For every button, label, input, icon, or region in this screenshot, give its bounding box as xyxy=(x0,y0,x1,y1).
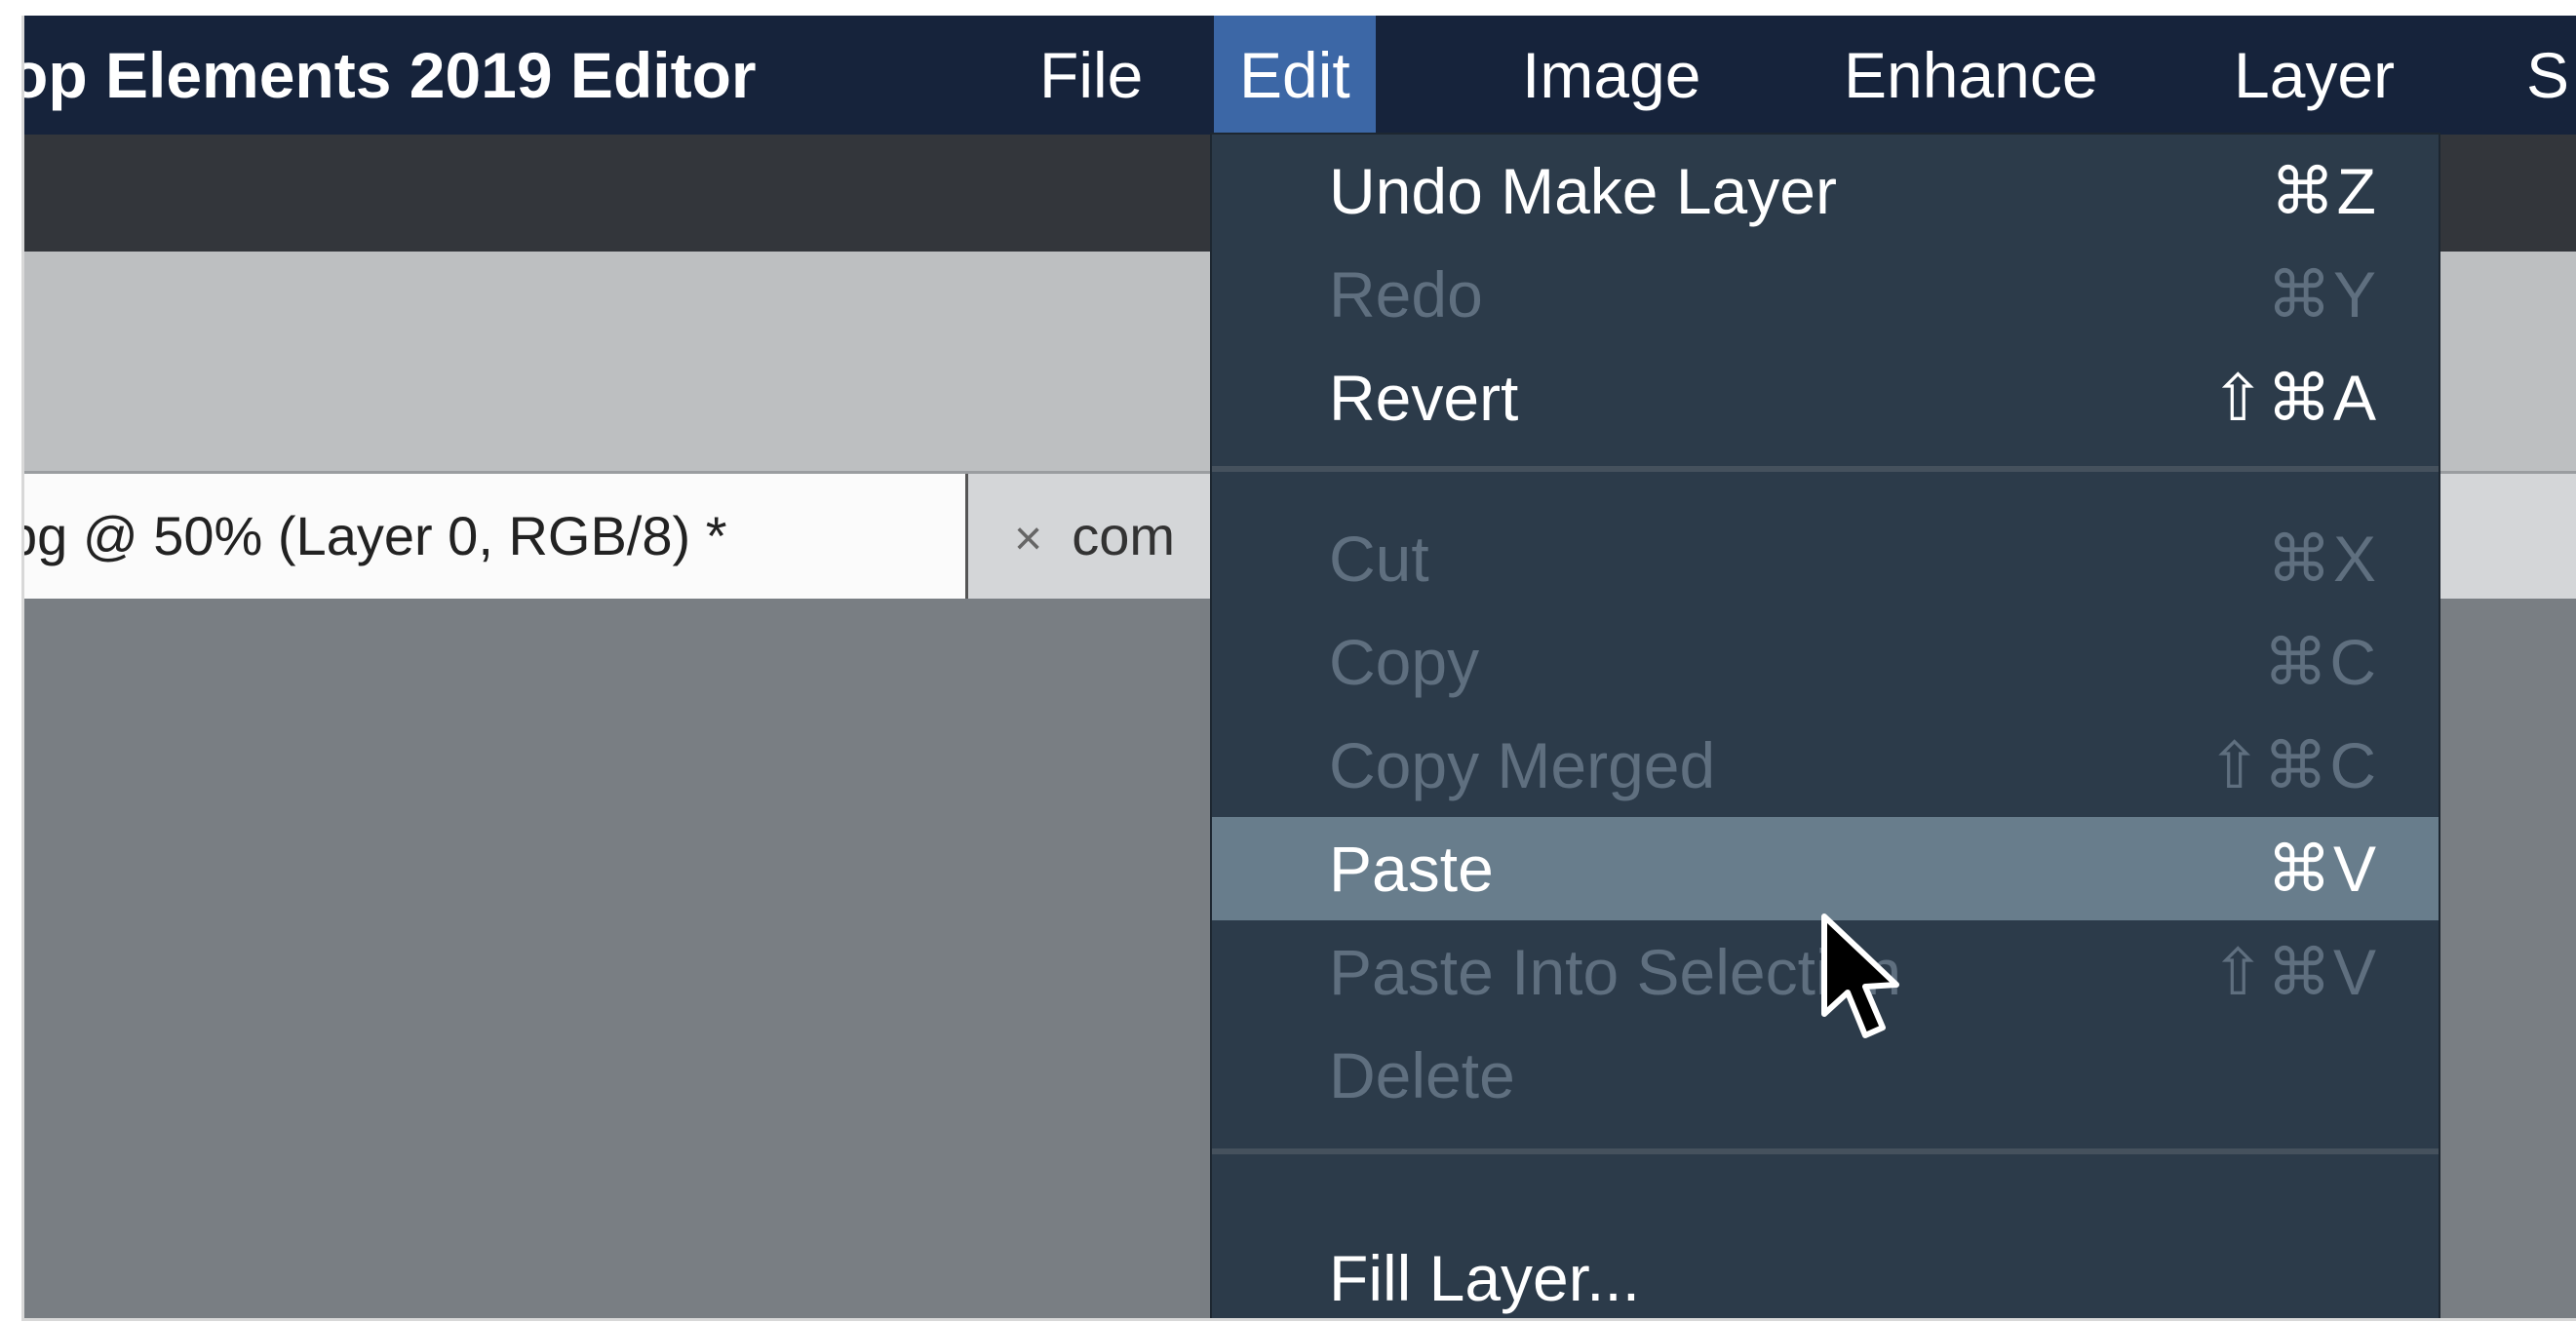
menu-item-fill-layer[interactable]: Fill Layer... xyxy=(1212,1226,2439,1318)
shortcut-label: ⌘X xyxy=(2266,523,2378,595)
menu-item-undo[interactable]: Undo Make Layer ⌘Z xyxy=(1212,139,2439,243)
menu-layer[interactable]: Layer xyxy=(2208,16,2420,135)
menu-bar: op Elements 2019 Editor File Edit Image … xyxy=(24,16,2576,135)
menu-s[interactable]: S xyxy=(2501,16,2576,135)
menu-enhance[interactable]: Enhance xyxy=(1818,16,2124,135)
menu-item-label: Revert xyxy=(1329,362,1519,434)
shortcut-label: ⌘Y xyxy=(2266,258,2378,330)
shortcut-label: ⌘V xyxy=(2266,833,2378,905)
menu-edit[interactable]: Edit xyxy=(1214,16,1376,135)
menu-item-label: Fill Layer... xyxy=(1329,1242,1641,1314)
menu-item-revert[interactable]: Revert ⇧⌘A xyxy=(1212,346,2439,449)
menu-item-cut: Cut ⌘X xyxy=(1212,507,2439,610)
menu-item-label: Paste xyxy=(1329,833,1494,905)
menu-item-label: Copy Merged xyxy=(1329,729,1716,801)
menu-item-label: Paste Into Selection xyxy=(1329,936,1902,1008)
document-tab-label: pg @ 50% (Layer 0, RGB/8) * xyxy=(24,505,727,566)
shortcut-label: ⇧⌘A xyxy=(2210,362,2378,434)
document-tab-2-label: com xyxy=(1072,505,1175,566)
menu-item-label: Cut xyxy=(1329,523,1429,595)
menu-item-label: Copy xyxy=(1329,626,1480,698)
menu-separator xyxy=(1212,1148,2439,1154)
shortcut-label: ⌘Z xyxy=(2270,155,2378,227)
mouse-cursor-icon xyxy=(1821,914,1899,1038)
menu-item-copy: Copy ⌘C xyxy=(1212,610,2439,714)
app-window: op Elements 2019 Editor File Edit Image … xyxy=(21,16,2576,1321)
menu-item-label: Redo xyxy=(1329,258,1483,330)
menu-item-label: Undo Make Layer xyxy=(1329,155,1837,227)
menu-separator xyxy=(1212,466,2439,472)
shortcut-label: ⇧⌘C xyxy=(2207,729,2378,801)
app-title: op Elements 2019 Editor xyxy=(21,39,757,111)
menu-item-label: Delete xyxy=(1329,1039,1515,1111)
menu-item-paste[interactable]: Paste ⌘V xyxy=(1212,817,2439,920)
menu-item-redo: Redo ⌘Y xyxy=(1212,243,2439,346)
close-icon[interactable]: × xyxy=(1014,511,1042,565)
document-tab-active[interactable]: pg @ 50% (Layer 0, RGB/8) * xyxy=(24,474,968,599)
document-tab-2[interactable]: × com xyxy=(970,474,1175,599)
menu-item-copy-merged: Copy Merged ⇧⌘C xyxy=(1212,714,2439,817)
menu-file[interactable]: File xyxy=(1014,16,1168,135)
menu-image[interactable]: Image xyxy=(1497,16,1726,135)
edit-menu-dropdown: Undo Make Layer ⌘Z Redo ⌘Y Revert ⇧⌘A Cu… xyxy=(1212,135,2439,1318)
shortcut-label: ⇧⌘V xyxy=(2210,936,2378,1008)
shortcut-label: ⌘C xyxy=(2263,626,2378,698)
